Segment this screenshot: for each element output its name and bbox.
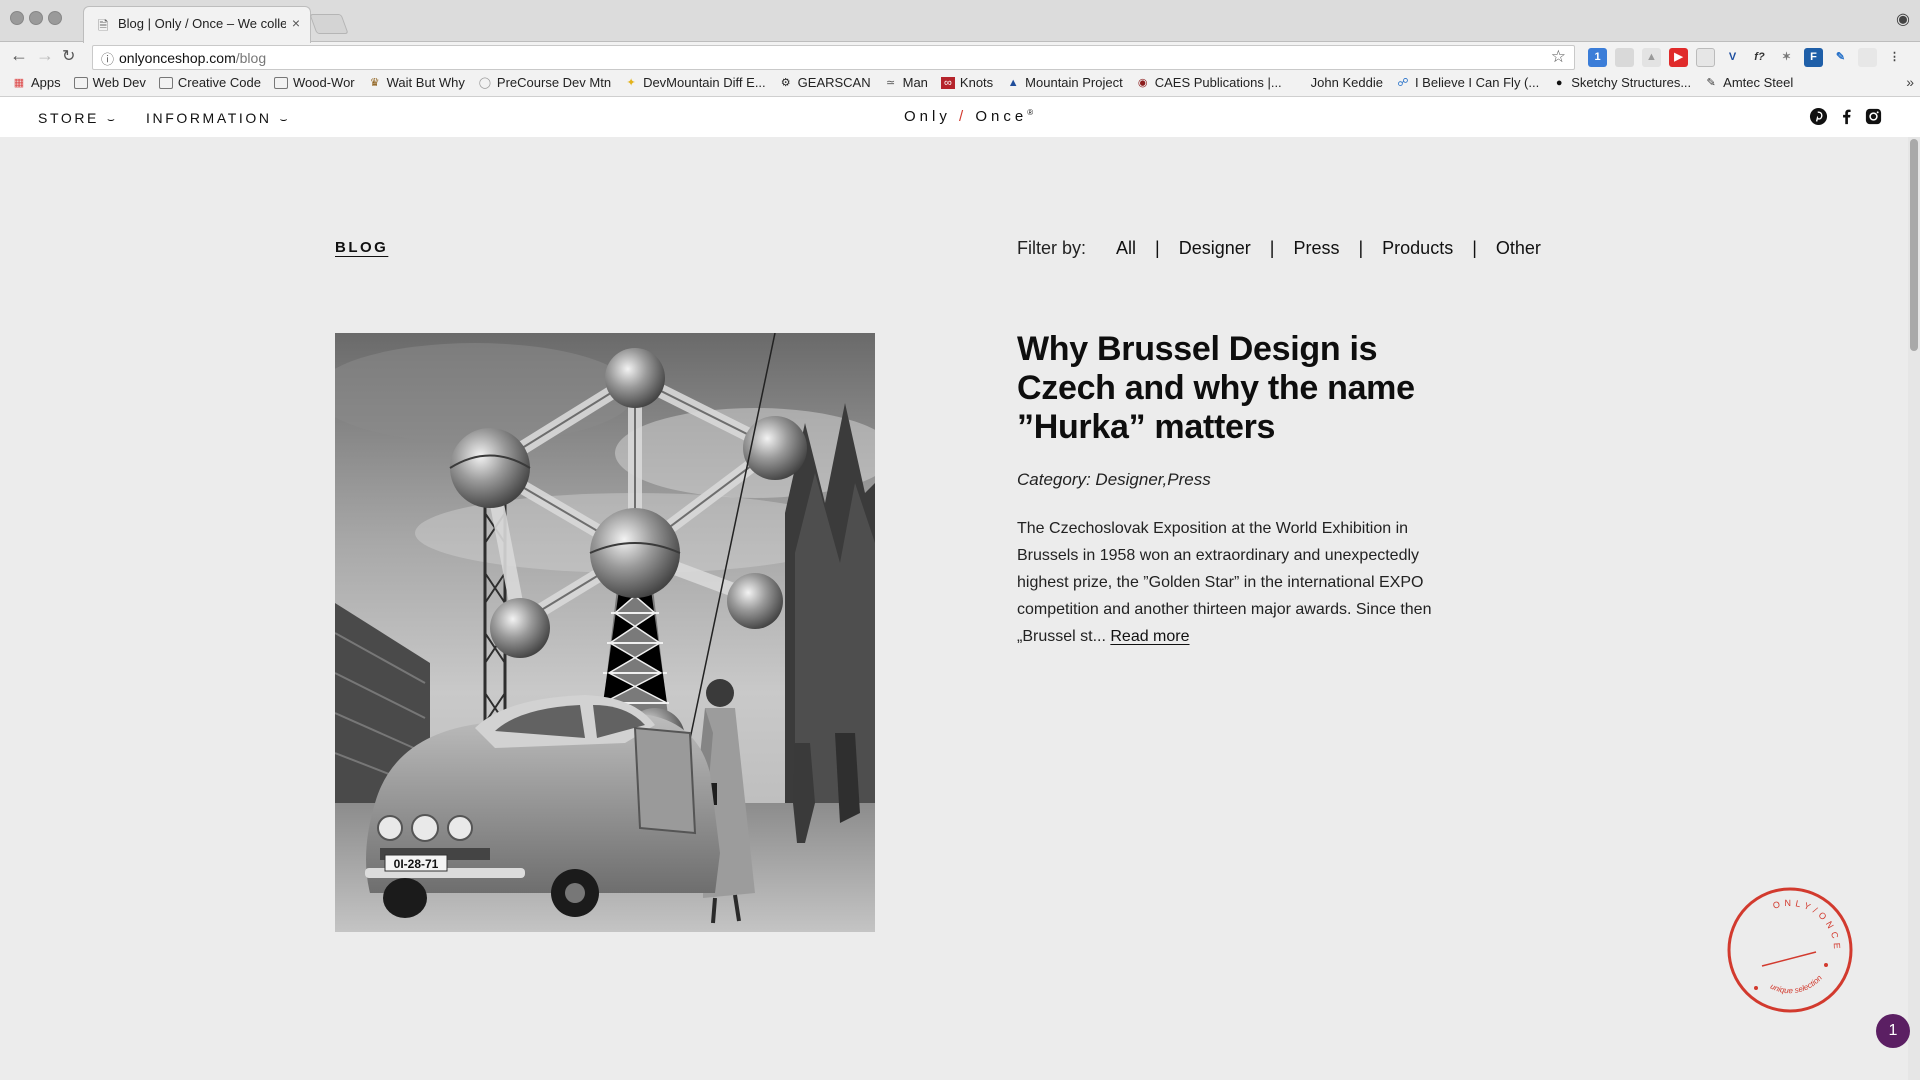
apps-grid-icon: ▦ bbox=[13, 76, 25, 89]
bookmark-folder[interactable]: Wood-Wor bbox=[273, 75, 355, 90]
tab-title: Blog | Only / Once – We collect bbox=[118, 16, 286, 31]
stamp-bottom-text: unique selection bbox=[1769, 973, 1824, 995]
information-menu[interactable]: INFORMATION ⌣ bbox=[146, 110, 287, 127]
pinterest-icon[interactable] bbox=[1809, 107, 1828, 126]
filter-separator: | bbox=[1155, 238, 1160, 258]
filter-separator: | bbox=[1472, 238, 1477, 258]
chevron-down-icon: ⌣ bbox=[279, 112, 288, 126]
category-filter: Filter by: All | Designer | Press | Prod… bbox=[1017, 238, 1541, 259]
page-scrollbar-thumb[interactable] bbox=[1910, 139, 1918, 351]
license-plate: 0I-28-71 bbox=[394, 857, 439, 871]
bookmark-star-icon[interactable]: ☆ bbox=[1551, 47, 1566, 67]
bookmark-item[interactable]: ◯ PreCourse Dev Mtn bbox=[478, 75, 611, 90]
back-arrow-icon[interactable]: ← bbox=[10, 45, 28, 66]
new-tab-button[interactable] bbox=[309, 14, 349, 34]
folder-icon bbox=[273, 76, 288, 89]
filter-label: Filter by: bbox=[1017, 238, 1087, 258]
bookmark-item[interactable]: ☍ I Believe I Can Fly (... bbox=[1396, 75, 1539, 90]
site-icon: ☍ bbox=[1397, 76, 1409, 89]
browser-tab-active[interactable]: 🗎 Blog | Only / Once – We collect × bbox=[83, 6, 311, 43]
site-icon: ◯ bbox=[478, 76, 492, 89]
filter-designer[interactable]: Designer bbox=[1179, 238, 1251, 259]
maximize-window-button[interactable] bbox=[48, 11, 62, 25]
site-icon: ≃ bbox=[886, 76, 896, 89]
extensions-bar: 1 ▲ ▶ V f? ✶ F ✎ ⋮ bbox=[1588, 46, 1904, 68]
info-icon[interactable]: ⓘ bbox=[101, 49, 114, 68]
bookmark-item[interactable]: ● Sketchy Structures... bbox=[1552, 75, 1691, 90]
bug-extension-icon[interactable]: ✶ bbox=[1777, 47, 1796, 67]
extension-icon[interactable] bbox=[1615, 47, 1634, 67]
minimize-window-button[interactable] bbox=[29, 11, 43, 25]
youtube-extension-icon[interactable]: ▶ bbox=[1669, 47, 1688, 67]
bookmark-item[interactable]: ▲ Mountain Project bbox=[1006, 75, 1123, 90]
bookmark-item[interactable]: ✦ DevMountain Diff E... bbox=[624, 75, 765, 90]
extension-icon[interactable]: ✎ bbox=[1831, 47, 1850, 67]
chevron-down-icon: ⌣ bbox=[106, 112, 115, 126]
instagram-icon[interactable] bbox=[1864, 107, 1883, 126]
page-favicon-icon: 🗎 bbox=[98, 18, 109, 33]
read-more-link[interactable]: Read more bbox=[1110, 628, 1189, 645]
extension-icon[interactable] bbox=[1696, 47, 1715, 67]
reload-icon[interactable]: ↻ bbox=[62, 46, 75, 66]
tab-strip: 🗎 Blog | Only / Once – We collect × ◉ bbox=[0, 0, 1920, 43]
bookmark-folder[interactable]: Web Dev bbox=[73, 75, 146, 90]
page-title: BLOG bbox=[335, 239, 389, 256]
bookmark-item[interactable]: ▦ Apps bbox=[12, 75, 61, 90]
site-icon: ● bbox=[1555, 76, 1563, 89]
menu-kebab-icon[interactable]: ⋮ bbox=[1885, 47, 1904, 67]
close-tab-button[interactable]: × bbox=[292, 15, 300, 31]
filter-separator: | bbox=[1358, 238, 1364, 258]
extension-icon[interactable]: V bbox=[1723, 47, 1742, 67]
bookmark-item[interactable]: ◉ CAES Publications |... bbox=[1136, 75, 1282, 90]
extension-icon[interactable]: ▲ bbox=[1642, 47, 1661, 67]
site-logo[interactable]: Only / Once® bbox=[904, 108, 1037, 125]
notification-badge-button[interactable]: 1 bbox=[1876, 1014, 1910, 1048]
site-icon: ✦ bbox=[626, 76, 636, 89]
post-category: Category: Designer,Press bbox=[1017, 470, 1211, 489]
browser-toolbar: ← → ↻ ⓘ onlyonceshop.com/blog ☆ 1 ▲ ▶ V … bbox=[0, 42, 1920, 72]
only-once-stamp-logo[interactable]: ONLY/ONCE unique selection bbox=[1726, 886, 1854, 1014]
bookmark-folder[interactable]: Creative Code bbox=[158, 75, 261, 90]
bookmark-item[interactable]: John Keddie bbox=[1311, 75, 1383, 90]
profile-icon[interactable]: ◉ bbox=[1896, 9, 1910, 29]
atomium-photo: 0I-28-71 bbox=[335, 333, 875, 932]
site-icon: ▲ bbox=[1007, 76, 1019, 89]
bookmarks-bar: ▦ Apps Web Dev Creative Code Wood-Wor ♛ Wa… bbox=[0, 72, 1920, 97]
store-menu[interactable]: STORE ⌣ bbox=[38, 110, 115, 127]
url-text: onlyonceshop.com/blog bbox=[119, 50, 267, 66]
folder-icon bbox=[158, 76, 173, 89]
site-icon: ◉ bbox=[1137, 76, 1148, 89]
fonts-extension-icon[interactable]: f? bbox=[1750, 47, 1769, 67]
bookmark-item[interactable]: ♛ Wait But Why bbox=[368, 75, 465, 90]
extension-icon[interactable] bbox=[1858, 47, 1877, 67]
folder-icon bbox=[73, 76, 88, 89]
forward-arrow-icon[interactable]: → bbox=[36, 45, 54, 66]
post-image[interactable]: 0I-28-71 bbox=[335, 333, 875, 932]
filter-separator: | bbox=[1269, 238, 1275, 258]
bookmark-item[interactable]: ≃ Man bbox=[884, 75, 928, 90]
site-header: STORE ⌣ INFORMATION ⌣ Only / Once® bbox=[0, 97, 1920, 137]
filter-press[interactable]: Press bbox=[1293, 238, 1339, 259]
extension-icon[interactable]: F bbox=[1804, 47, 1823, 67]
filter-products[interactable]: Products bbox=[1382, 238, 1453, 259]
bookmark-item[interactable]: ⚙ GEARSCAN bbox=[779, 75, 871, 90]
filter-all[interactable]: All bbox=[1116, 238, 1136, 259]
extension-icon[interactable]: 1 bbox=[1588, 47, 1607, 67]
site-icon: ⚙ bbox=[780, 76, 791, 89]
close-window-button[interactable] bbox=[10, 11, 24, 25]
browser-chrome: 🗎 Blog | Only / Once – We collect × ◉ ← … bbox=[0, 0, 1920, 97]
site-icon: ✎ bbox=[1706, 76, 1716, 89]
site-icon: ∞ bbox=[940, 76, 955, 89]
bookmark-item[interactable]: ∞ Knots bbox=[940, 75, 993, 90]
post-title[interactable]: Why Brussel Design is Czech and why the … bbox=[1017, 330, 1457, 447]
post-excerpt: The Czechoslovak Exposition at the World… bbox=[1017, 520, 1432, 645]
facebook-icon[interactable] bbox=[1837, 107, 1856, 126]
bookmark-item[interactable]: ✎ Amtec Steel bbox=[1704, 75, 1794, 90]
filter-other[interactable]: Other bbox=[1496, 238, 1541, 259]
site-icon: ♛ bbox=[369, 76, 380, 89]
bookmarks-overflow-button[interactable]: » bbox=[1906, 74, 1914, 90]
address-bar[interactable]: ⓘ onlyonceshop.com/blog ☆ bbox=[92, 45, 1575, 70]
